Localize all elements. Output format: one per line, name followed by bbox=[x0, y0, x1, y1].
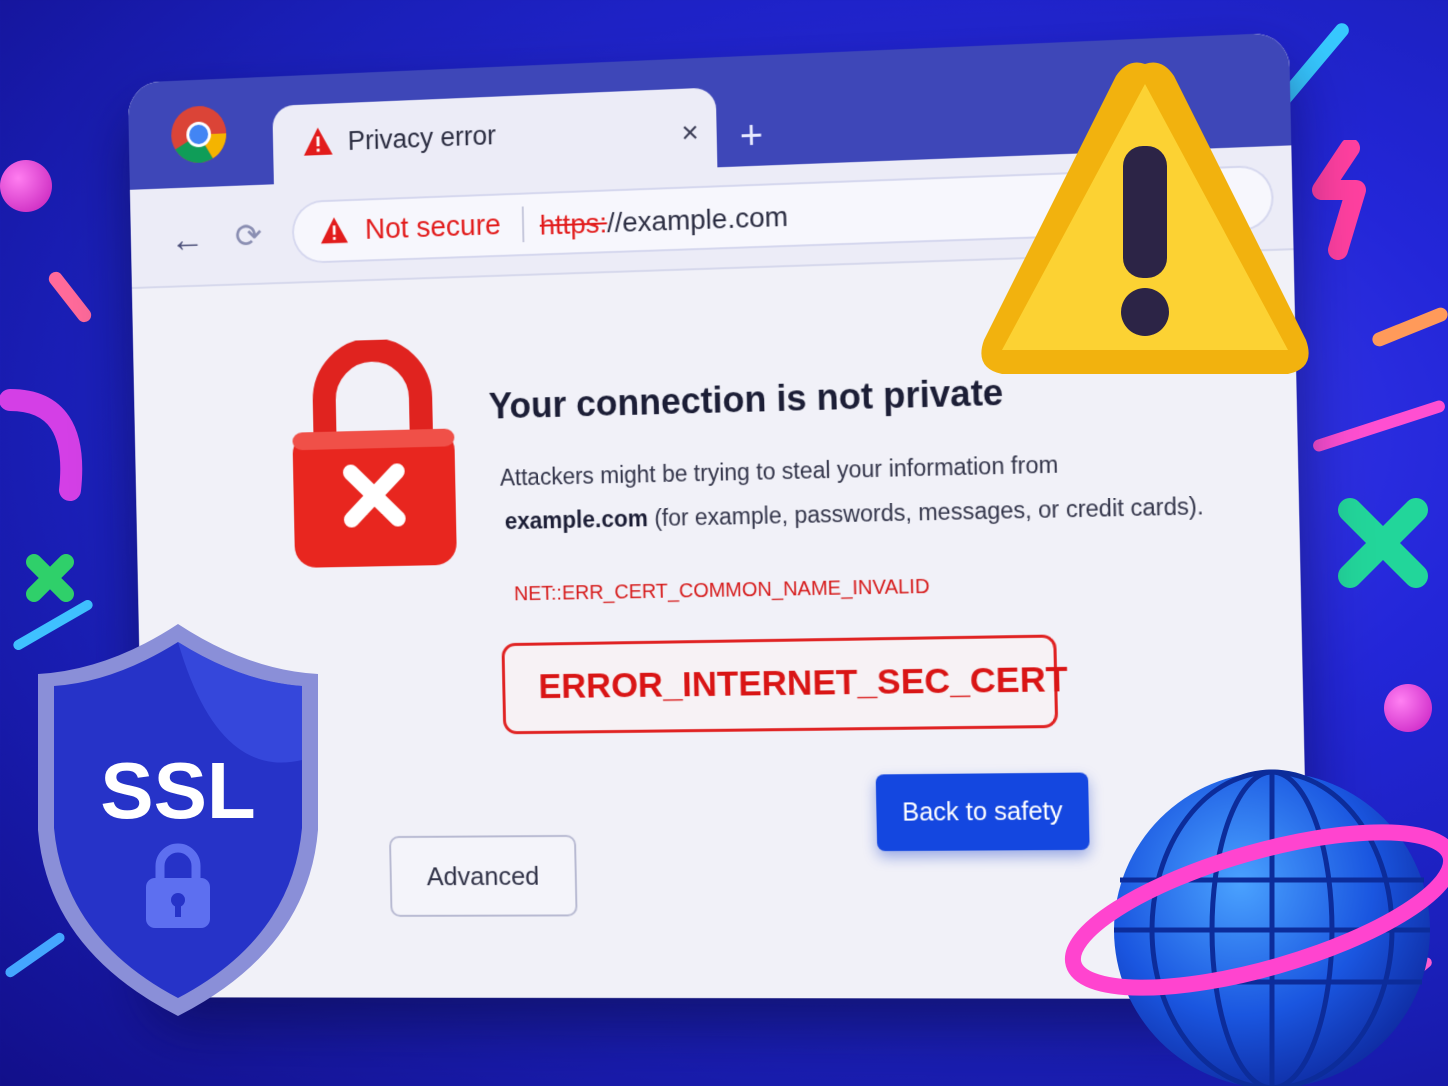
url-host: //example.com bbox=[606, 200, 789, 239]
warning-icon bbox=[320, 216, 348, 244]
back-to-safety-button[interactable]: Back to safety bbox=[875, 772, 1090, 852]
back-arrow-icon[interactable]: ← bbox=[170, 218, 205, 260]
advanced-button[interactable]: Advanced bbox=[388, 834, 578, 917]
decor-bubble bbox=[0, 160, 52, 212]
new-tab-button[interactable]: + bbox=[739, 113, 763, 159]
decor-cross bbox=[26, 554, 74, 602]
error-banner: ERROR_INTERNET_SEC_CERT bbox=[501, 634, 1068, 735]
body-text-line2: example.com (for example, passwords, mes… bbox=[505, 493, 1204, 535]
divider bbox=[521, 206, 525, 243]
error-code: NET::ERR_CERT_COMMON_NAME_INVALID bbox=[513, 575, 930, 606]
error-banner-text: ERROR_INTERNET_SEC_CERT bbox=[538, 659, 1068, 707]
domain-name: example.com bbox=[504, 505, 649, 535]
decor-bolt bbox=[1312, 140, 1366, 260]
url-scheme: https: bbox=[539, 207, 608, 241]
url-text[interactable]: https://example.com bbox=[539, 201, 788, 242]
decor-cross bbox=[1338, 498, 1428, 588]
body-text-line1: Attackers might be trying to steal your … bbox=[499, 451, 1059, 491]
decor-streak bbox=[46, 269, 94, 325]
body-text-detail: (for example, passwords, messages, or cr… bbox=[647, 492, 1204, 532]
not-secure-label[interactable]: Not secure bbox=[365, 209, 502, 246]
warning-icon bbox=[303, 127, 333, 156]
broken-lock-icon bbox=[285, 337, 463, 568]
decor-streak bbox=[1370, 305, 1448, 349]
decor-arc bbox=[0, 389, 83, 501]
globe-icon bbox=[1064, 769, 1448, 1086]
tab-title: Privacy error bbox=[347, 120, 497, 156]
decor-bubble bbox=[1384, 684, 1432, 732]
decor-streak bbox=[1311, 398, 1447, 454]
tab-close-icon[interactable]: × bbox=[681, 116, 699, 151]
page-title: Your connection is not private bbox=[488, 371, 1004, 427]
chrome-logo-icon bbox=[170, 105, 227, 164]
warning-triangle-icon bbox=[981, 62, 1309, 374]
shield-label: SSL bbox=[100, 746, 256, 835]
reload-icon[interactable]: ⟳ bbox=[235, 216, 263, 256]
ssl-shield-icon: SSL bbox=[38, 624, 318, 1016]
